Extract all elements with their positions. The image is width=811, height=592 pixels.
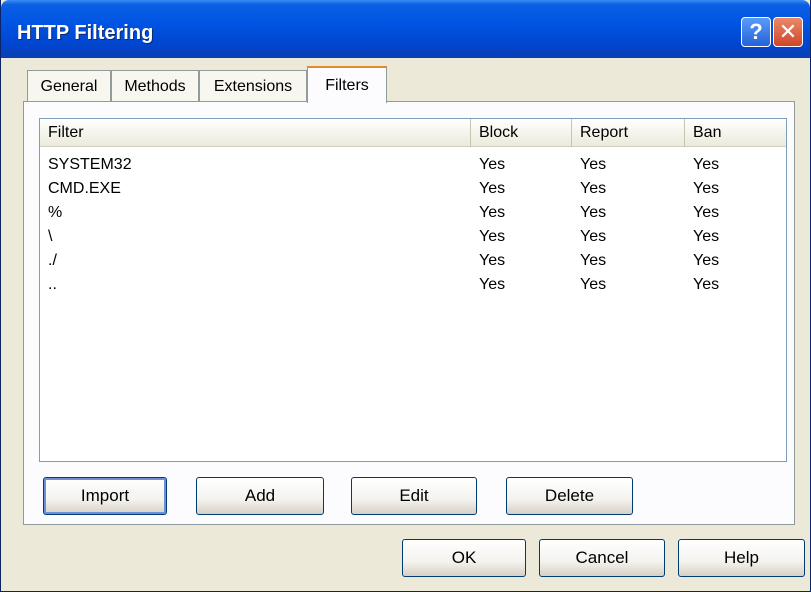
table-row[interactable]: ./ Yes Yes Yes	[40, 249, 786, 273]
report-cell: Yes	[580, 276, 607, 293]
filter-cell: \	[48, 228, 53, 245]
report-cell: Yes	[580, 156, 607, 173]
ban-cell: Yes	[693, 180, 720, 197]
column-header-filter[interactable]: Filter	[40, 119, 471, 147]
cancel-button[interactable]: Cancel	[539, 539, 665, 577]
block-cell: Yes	[479, 276, 506, 293]
help-icon[interactable]: ?	[741, 17, 771, 47]
ok-button[interactable]: OK	[402, 539, 526, 577]
help-button[interactable]: Help	[678, 539, 805, 577]
column-header-report[interactable]: Report	[572, 119, 685, 147]
report-cell: Yes	[580, 180, 607, 197]
title-bar[interactable]: HTTP Filtering ? ✕	[1, 0, 810, 58]
column-header-ban[interactable]: Ban	[685, 119, 786, 147]
list-header: Filter Block Report Ban	[40, 119, 786, 147]
ban-cell: Yes	[693, 156, 720, 173]
window-title: HTTP Filtering	[17, 22, 154, 44]
report-cell: Yes	[580, 228, 607, 245]
filter-list[interactable]: Filter Block Report Ban SYSTEM32 Yes Yes…	[39, 118, 787, 462]
table-row[interactable]: SYSTEM32 Yes Yes Yes	[40, 153, 786, 177]
block-cell: Yes	[479, 180, 506, 197]
block-cell: Yes	[479, 204, 506, 221]
edit-button[interactable]: Edit	[351, 477, 477, 515]
table-row[interactable]: \ Yes Yes Yes	[40, 225, 786, 249]
table-row[interactable]: % Yes Yes Yes	[40, 201, 786, 225]
table-row[interactable]: .. Yes Yes Yes	[40, 273, 786, 297]
filter-cell: CMD.EXE	[48, 180, 121, 197]
delete-button[interactable]: Delete	[506, 477, 633, 515]
filter-cell: SYSTEM32	[48, 156, 132, 173]
ban-cell: Yes	[693, 204, 720, 221]
http-filtering-dialog: HTTP Filtering ? ✕ General Methods Exten…	[0, 0, 811, 592]
report-cell: Yes	[580, 204, 607, 221]
ban-cell: Yes	[693, 228, 720, 245]
import-button[interactable]: Import	[43, 477, 167, 515]
ban-cell: Yes	[693, 276, 720, 293]
filter-cell: ..	[48, 276, 57, 293]
column-header-block[interactable]: Block	[471, 119, 572, 147]
tab-methods[interactable]: Methods	[111, 70, 199, 102]
block-cell: Yes	[479, 252, 506, 269]
block-cell: Yes	[479, 228, 506, 245]
close-icon[interactable]: ✕	[773, 17, 803, 47]
tab-filters[interactable]: Filters	[307, 66, 387, 103]
ban-cell: Yes	[693, 252, 720, 269]
filter-cell: ./	[48, 252, 57, 269]
tab-general[interactable]: General	[27, 70, 111, 102]
report-cell: Yes	[580, 252, 607, 269]
table-row[interactable]: CMD.EXE Yes Yes Yes	[40, 177, 786, 201]
block-cell: Yes	[479, 156, 506, 173]
tab-extensions[interactable]: Extensions	[199, 70, 307, 102]
add-button[interactable]: Add	[196, 477, 324, 515]
filter-cell: %	[48, 204, 63, 221]
